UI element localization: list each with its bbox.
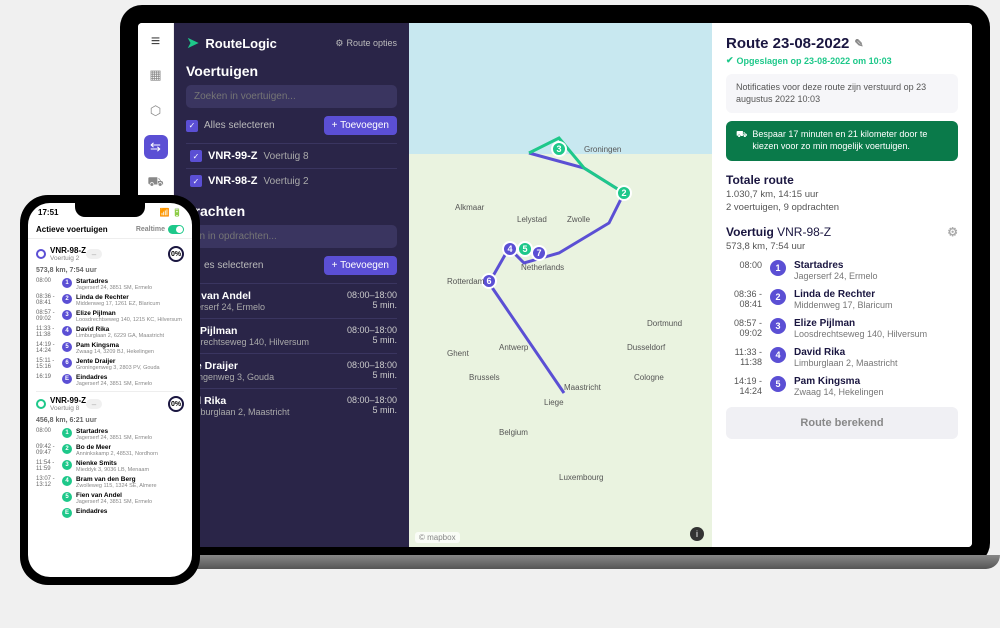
progress-badge: 0% — [168, 246, 184, 262]
select-all-label: Alles selecteren — [204, 120, 275, 131]
savings-tip: ⛟ Bespaar 17 minuten en 21 kilometer doo… — [726, 121, 958, 160]
order-row[interactable]: vid RikaLimburglaan 2, Maastricht 08:00–… — [186, 388, 397, 423]
route-calculated-button[interactable]: Route berekend — [726, 407, 958, 439]
map-waypoint[interactable]: 4 — [502, 241, 518, 257]
vehicle-checkbox[interactable]: ✓ — [190, 150, 202, 162]
phone-stop-row[interactable]: 13:07 - 13:124Bram van den BergZwolleweg… — [36, 476, 184, 489]
truck-icon: ⛟ — [736, 129, 747, 152]
phone-stop-row[interactable]: 5Fien van AndelJagerserf 24, 3851 SM, Er… — [36, 492, 184, 505]
map-waypoint[interactable]: 3 — [551, 141, 567, 157]
phone-header: Actieve voertuigen — [36, 225, 108, 234]
collapse-icon[interactable]: – — [86, 249, 102, 259]
vehicle-checkbox[interactable]: ✓ — [190, 175, 202, 187]
rail-package-icon[interactable]: ⬡ — [144, 99, 168, 123]
phone-stop-row[interactable]: 08:57 - 09:023Elize PijlmanLoosdrechtsew… — [36, 310, 184, 323]
stop-row[interactable]: 08:00 1 StartadresJagerserf 24, Ermelo — [726, 260, 958, 281]
map-waypoint[interactable]: 7 — [531, 245, 547, 261]
rail-truck-icon[interactable]: ⛟ — [144, 171, 168, 195]
orders-search-input[interactable] — [186, 225, 397, 248]
vehicle-row[interactable]: ✓ VNR-99-Z Voertuig 8 — [186, 143, 397, 168]
select-all-checkbox[interactable]: ✓ — [186, 120, 198, 132]
stop-row[interactable]: 14:19 - 14:24 5 Pam KingsmaZwaag 14, Hek… — [726, 376, 958, 397]
phone-stop-row[interactable]: 11:33 - 11:384David RikaLimburglaan 2, 6… — [36, 326, 184, 339]
add-order-button[interactable]: + Toevoegen — [324, 256, 397, 275]
realtime-toggle[interactable] — [168, 225, 184, 234]
vehicle-dot-icon — [36, 249, 46, 259]
vehicles-heading: Voertuigen — [186, 63, 397, 79]
stop-row[interactable]: 08:36 - 08:41 2 Linda de RechterMiddenwe… — [726, 289, 958, 310]
orders-heading: drachten — [186, 203, 397, 219]
order-row[interactable]: ze Pijlmanosdrechtseweg 140, Hilversum 0… — [186, 318, 397, 353]
notification-box: Notificaties voor deze route zijn verstu… — [726, 74, 958, 113]
progress-badge: 0% — [168, 396, 184, 412]
phone-stop-row[interactable]: 09:42 - 09:472Bo de MeerAnninkskamp 2, 4… — [36, 444, 184, 457]
phone-vehicle-row[interactable]: VNR-99-ZVoertuig 8 – 0% — [36, 391, 184, 415]
phone-stop-row[interactable]: 08:36 - 08:412Linda de RechterMiddenweg … — [36, 294, 184, 307]
vehicle-settings-icon[interactable]: ⚙ — [947, 225, 958, 239]
phone-stop-row[interactable]: 15:11 - 15:166Jente DraijerGroningenweg … — [36, 358, 184, 371]
total-route-heading: Totale route — [726, 173, 958, 187]
app-screen: ≡ ▦ ⬡ ⇆ ⛟ ➤ RouteLogic ⚙ Route opties Vo… — [138, 23, 972, 547]
laptop-frame: ≡ ▦ ⬡ ⇆ ⛟ ➤ RouteLogic ⚙ Route opties Vo… — [120, 5, 990, 565]
phone-frame: 17:51 📶 🔋 Actieve voertuigen Realtime VN… — [20, 195, 200, 585]
route-options-link[interactable]: ⚙ Route opties — [335, 38, 397, 49]
phone-stop-row[interactable]: 11:54 - 11:593Nienke SmitsMieddyk 3, 903… — [36, 460, 184, 473]
collapse-icon[interactable]: – — [86, 399, 102, 409]
details-panel: Route 23-08-2022 ✎ ✔ Opgeslagen op 23-08… — [712, 23, 972, 547]
sidebar: ➤ RouteLogic ⚙ Route opties Voertuigen ✓… — [174, 23, 409, 547]
stop-row[interactable]: 11:33 - 11:38 4 David RikaLimburglaan 2,… — [726, 347, 958, 368]
signal-battery-icon: 📶 🔋 — [160, 208, 182, 217]
brand: ➤ RouteLogic ⚙ Route opties — [186, 33, 397, 53]
order-row[interactable]: nte Draijeroningenweg 3, Gouda 08:00–18:… — [186, 353, 397, 388]
rail-route-icon[interactable]: ⇆ — [144, 135, 168, 159]
phone-stop-row[interactable]: 08:001StartadresJagerserf 24, 3851 SM, E… — [36, 278, 184, 291]
phone-stop-row[interactable]: 16:19EEindadresJagerserf 24, 3851 SM, Er… — [36, 374, 184, 387]
rail-dashboard-icon[interactable]: ▦ — [144, 63, 168, 87]
order-row[interactable]: en van Andelagerserf 24, Ermelo 08:00–18… — [186, 283, 397, 318]
phone-screen: 17:51 📶 🔋 Actieve voertuigen Realtime VN… — [28, 203, 192, 577]
stop-row[interactable]: 08:57 - 09:02 3 Elize PijlmanLoosdrechts… — [726, 318, 958, 339]
map-waypoint[interactable]: 2 — [616, 185, 632, 201]
check-icon: ✔ — [726, 55, 734, 66]
map-canvas[interactable]: 3 2 4 5 7 6 Groningen Alkmaar Lelystad Z… — [409, 23, 712, 547]
menu-icon[interactable]: ≡ — [151, 33, 160, 51]
map-attribution: © mapbox — [415, 532, 460, 543]
brand-logo-icon: ➤ — [186, 33, 199, 53]
map-info-icon[interactable]: i — [690, 527, 704, 541]
edit-icon[interactable]: ✎ — [854, 37, 863, 50]
saved-status: ✔ Opgeslagen op 23-08-2022 om 10:03 — [726, 55, 958, 66]
route-title: Route 23-08-2022 — [726, 35, 849, 52]
gear-icon: ⚙ — [335, 38, 343, 49]
laptop-base — [60, 555, 1000, 569]
add-vehicle-button[interactable]: + Toevoegen — [324, 116, 397, 135]
brand-name: RouteLogic — [205, 36, 277, 51]
vehicle-dot-icon — [36, 399, 46, 409]
phone-stop-row[interactable]: 14:19 - 14:245Pam KingsmaZwaag 14, 3209 … — [36, 342, 184, 355]
phone-stop-row[interactable]: EEindadres — [36, 508, 184, 518]
phone-notch — [75, 203, 145, 217]
vehicles-search-input[interactable] — [186, 85, 397, 108]
phone-stop-row[interactable]: 08:001StartadresJagerserf 24, 3851 SM, E… — [36, 428, 184, 441]
vehicle-row[interactable]: ✓ VNR-98-Z Voertuig 2 — [186, 168, 397, 193]
phone-vehicle-row[interactable]: VNR-98-ZVoertuig 2 – 0% — [36, 243, 184, 265]
